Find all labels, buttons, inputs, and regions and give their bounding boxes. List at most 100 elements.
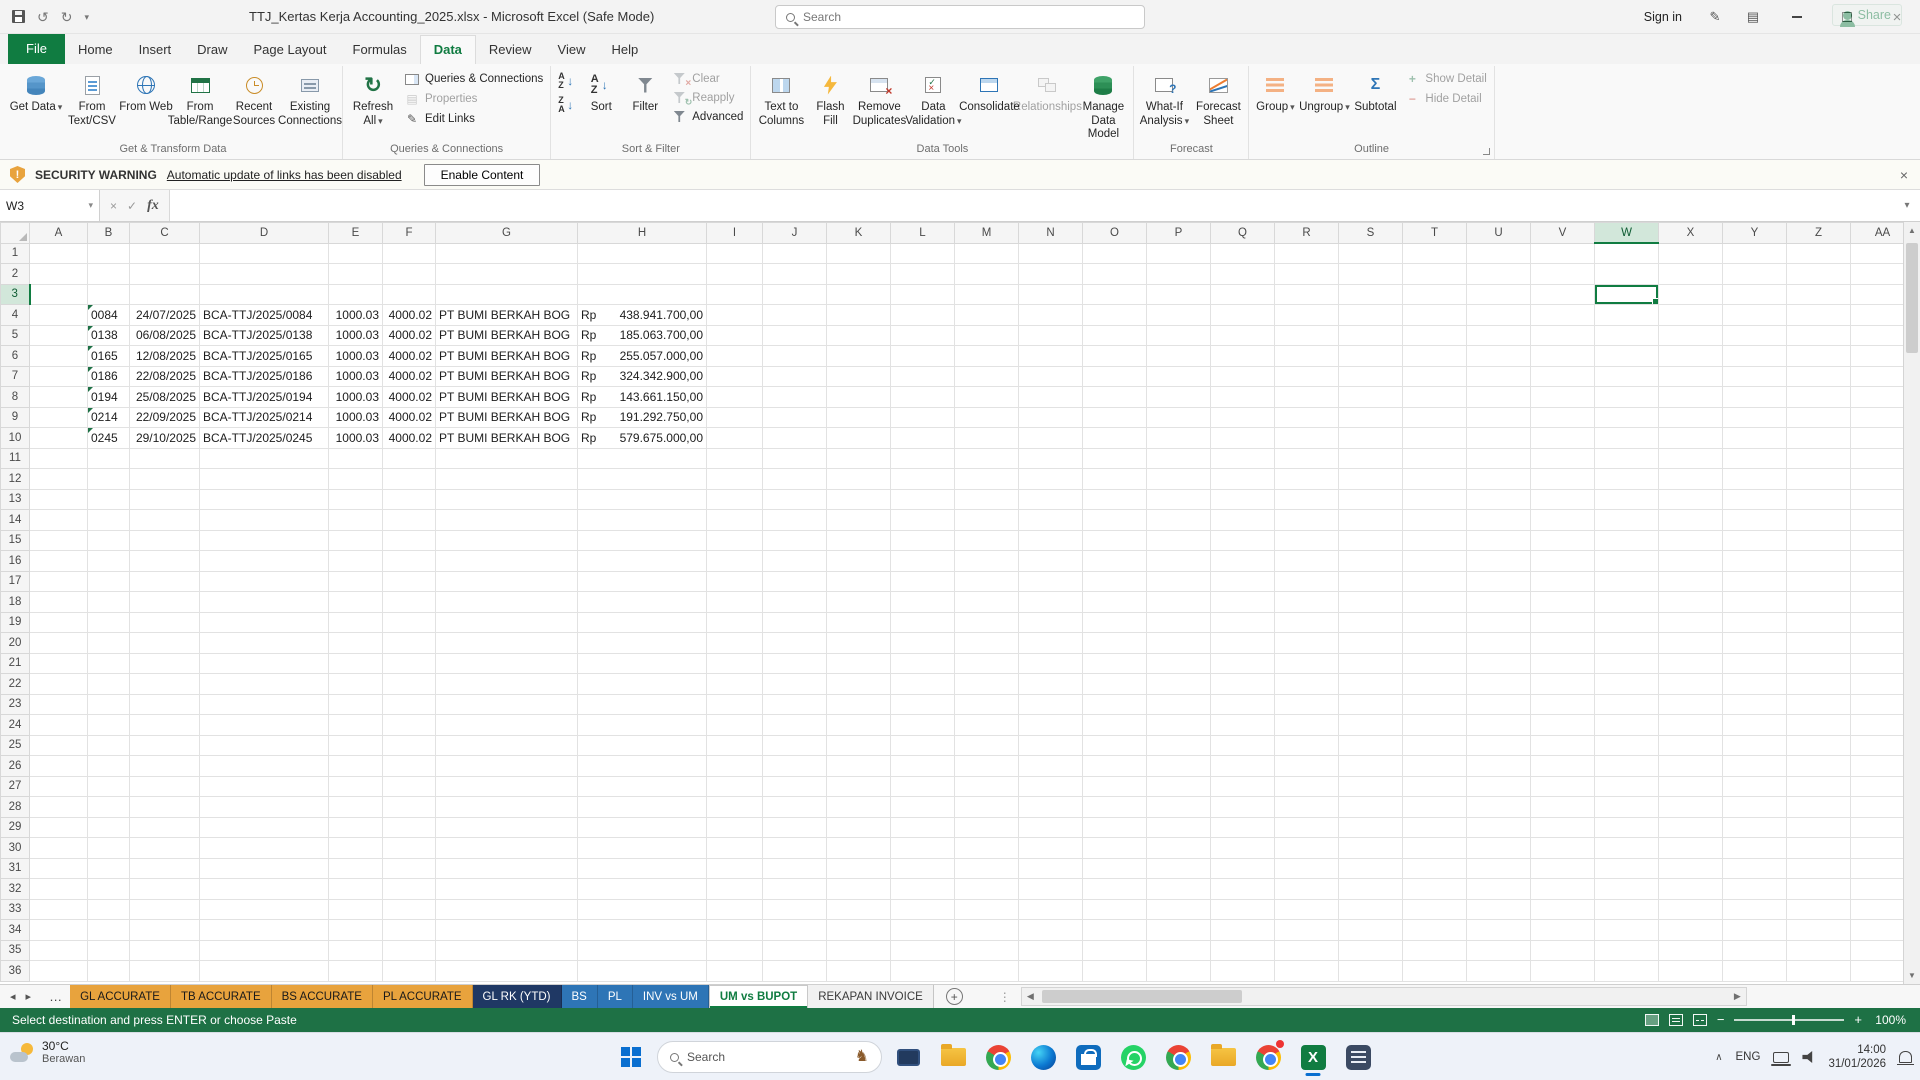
cell-U20[interactable] [1467,633,1531,654]
cell-B19[interactable] [88,612,130,633]
cell-B7[interactable]: 0186 [88,366,130,387]
col-header-Q[interactable]: Q [1211,223,1275,244]
cell-A15[interactable] [30,530,88,551]
cell-R25[interactable] [1275,735,1339,756]
cell-H3[interactable] [578,284,707,305]
row-header-29[interactable]: 29 [1,817,30,838]
cell-M8[interactable] [955,387,1019,408]
ribbon-tab-home[interactable]: Home [65,36,126,64]
cell-Z29[interactable] [1787,817,1851,838]
row-header-18[interactable]: 18 [1,592,30,613]
cell-D20[interactable] [200,633,329,654]
vertical-scroll-thumb[interactable] [1906,243,1918,353]
cell-Z20[interactable] [1787,633,1851,654]
cell-W3[interactable] [1595,284,1659,305]
cell-Q26[interactable] [1211,756,1275,777]
cell-K18[interactable] [827,592,891,613]
clear-filter-button[interactable]: Clear [669,72,745,85]
cell-B21[interactable] [88,653,130,674]
cell-Z23[interactable] [1787,694,1851,715]
cell-M3[interactable] [955,284,1019,305]
cell-A19[interactable] [30,612,88,633]
row-header-33[interactable]: 33 [1,899,30,920]
cell-Q3[interactable] [1211,284,1275,305]
sheet-nav-right-icon[interactable]: ▸ [26,990,32,1003]
cell-Y21[interactable] [1723,653,1787,674]
cell-Y36[interactable] [1723,961,1787,982]
forecast-sheet-button[interactable]: Forecast Sheet [1191,66,1245,142]
cell-C26[interactable] [130,756,200,777]
cell-X34[interactable] [1659,920,1723,941]
cell-O32[interactable] [1083,879,1147,900]
cell-B4[interactable]: 0084 [88,305,130,326]
cell-N6[interactable] [1019,346,1083,367]
cell-L27[interactable] [891,776,955,797]
display-tray-icon[interactable] [1773,1052,1789,1063]
cell-O29[interactable] [1083,817,1147,838]
cell-A26[interactable] [30,756,88,777]
sheet-tab-tb-accurate[interactable]: TB ACCURATE [171,985,272,1008]
cell-R23[interactable] [1275,694,1339,715]
cell-G29[interactable] [436,817,578,838]
cell-H12[interactable] [578,469,707,490]
cell-H9[interactable]: Rp191.292.750,00 [578,407,707,428]
cell-Y10[interactable] [1723,428,1787,449]
cell-X18[interactable] [1659,592,1723,613]
scroll-right-icon[interactable]: ▶ [1729,988,1746,1005]
cell-I35[interactable] [707,940,763,961]
cell-V31[interactable] [1531,858,1595,879]
cell-R32[interactable] [1275,879,1339,900]
cell-W28[interactable] [1595,797,1659,818]
cell-U18[interactable] [1467,592,1531,613]
cell-X33[interactable] [1659,899,1723,920]
cell-L22[interactable] [891,674,955,695]
row-header-8[interactable]: 8 [1,387,30,408]
cell-E30[interactable] [329,838,383,859]
cell-J5[interactable] [763,325,827,346]
cell-P15[interactable] [1147,530,1211,551]
get-data-button[interactable]: Get Data▾ [7,66,65,142]
col-header-N[interactable]: N [1019,223,1083,244]
cell-Z14[interactable] [1787,510,1851,531]
cell-C4[interactable]: 24/07/2025 [130,305,200,326]
cell-Y34[interactable] [1723,920,1787,941]
cell-Z2[interactable] [1787,264,1851,285]
weather-widget[interactable]: 30°C Berawan [10,1039,85,1067]
cell-V15[interactable] [1531,530,1595,551]
cell-R5[interactable] [1275,325,1339,346]
file-explorer-button[interactable] [934,1037,972,1077]
cell-G9[interactable]: PT BUMI BERKAH BOG [436,407,578,428]
cell-N21[interactable] [1019,653,1083,674]
cell-D29[interactable] [200,817,329,838]
cell-G32[interactable] [436,879,578,900]
cell-W11[interactable] [1595,448,1659,469]
cell-B26[interactable] [88,756,130,777]
cell-T18[interactable] [1403,592,1467,613]
ribbon-tab-page-layout[interactable]: Page Layout [241,36,340,64]
row-header-15[interactable]: 15 [1,530,30,551]
cell-V26[interactable] [1531,756,1595,777]
cell-N7[interactable] [1019,366,1083,387]
cell-B25[interactable] [88,735,130,756]
cell-U14[interactable] [1467,510,1531,531]
cell-S2[interactable] [1339,264,1403,285]
cell-P35[interactable] [1147,940,1211,961]
cell-P30[interactable] [1147,838,1211,859]
cell-X4[interactable] [1659,305,1723,326]
cell-W14[interactable] [1595,510,1659,531]
cell-Z6[interactable] [1787,346,1851,367]
cell-J9[interactable] [763,407,827,428]
cell-X35[interactable] [1659,940,1723,961]
cell-S17[interactable] [1339,571,1403,592]
cell-F20[interactable] [383,633,436,654]
sheet-tab-inv-vs-um[interactable]: INV vs UM [633,985,709,1008]
cell-Z18[interactable] [1787,592,1851,613]
cell-J26[interactable] [763,756,827,777]
cell-K27[interactable] [827,776,891,797]
cell-H19[interactable] [578,612,707,633]
cell-I6[interactable] [707,346,763,367]
row-header-22[interactable]: 22 [1,674,30,695]
cell-X5[interactable] [1659,325,1723,346]
cell-C15[interactable] [130,530,200,551]
cell-W26[interactable] [1595,756,1659,777]
